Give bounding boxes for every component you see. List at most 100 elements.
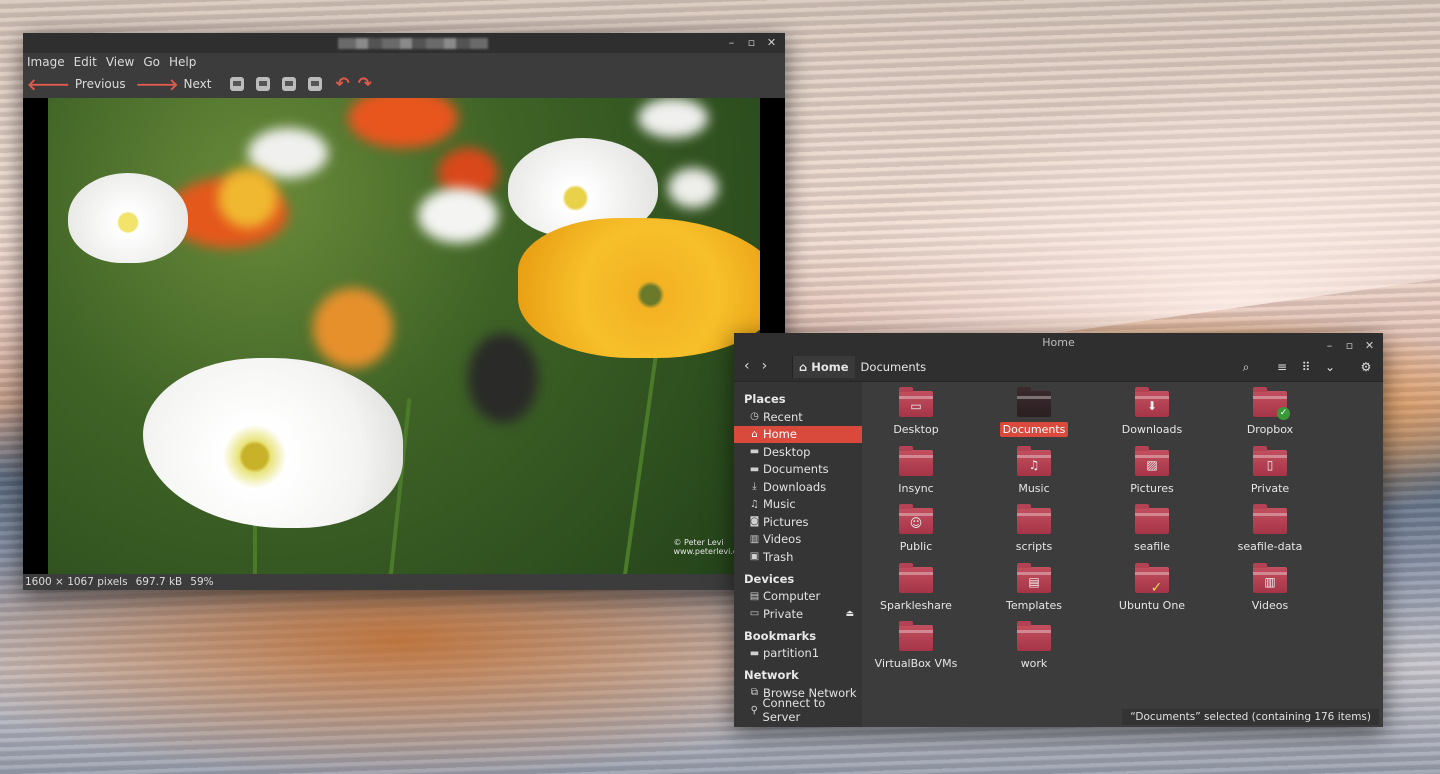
folder-label: Sparkleshare	[880, 598, 952, 612]
zoom-fit-icon[interactable]	[307, 77, 322, 91]
displayed-photo[interactable]: © Peter Levi www.peterlevi.com	[48, 98, 760, 574]
eject-icon[interactable]: ⏏	[845, 609, 854, 619]
search-icon[interactable]: ⌕	[1235, 356, 1257, 378]
network-icon: ⧉	[750, 687, 759, 699]
minimize-icon[interactable]: –	[726, 36, 737, 49]
sidebar-item-label: Desktop	[763, 444, 811, 459]
menu-view[interactable]: View	[106, 55, 134, 69]
sidebar-item-desktop[interactable]: ▬ Desktop	[734, 443, 862, 461]
gear-icon[interactable]: ⚙	[1355, 356, 1377, 378]
close-icon[interactable]: ✕	[766, 36, 777, 49]
folder-item-pictures[interactable]: ▨ Pictures	[1102, 445, 1202, 496]
breadcrumb-home[interactable]: ⌂ Home	[793, 356, 855, 378]
folder-emblem-icon: ▯	[1266, 457, 1274, 472]
breadcrumb: ⌂ Home Documents	[792, 356, 932, 378]
viewer-toolbar: 🡐 Previous 🡒 Next ↶ ↷	[23, 70, 785, 98]
sidebar-item-music[interactable]: ♫ Music	[734, 496, 862, 514]
folder-label: Videos	[1251, 598, 1289, 612]
sidebar-item-pictures[interactable]: ◙ Pictures	[734, 513, 862, 531]
folder-item-sparkleshare[interactable]: Sparkleshare	[866, 562, 966, 613]
sidebar-heading-devices: Devices	[744, 571, 795, 586]
folder-item-scripts[interactable]: scripts	[984, 504, 1084, 554]
folder-label: Music	[1018, 481, 1050, 495]
sidebar-item-videos[interactable]: ▥ Videos	[734, 531, 862, 549]
folder-item-ubuntu-one[interactable]: ✓ Ubuntu One	[1102, 562, 1202, 613]
folder-icon: ▬	[749, 647, 760, 659]
sidebar-item-label: Trash	[763, 549, 794, 564]
sidebar-item-trash[interactable]: ▣ Trash	[734, 548, 862, 566]
maximize-icon[interactable]: ▫	[746, 36, 757, 49]
menu-edit[interactable]: Edit	[74, 55, 97, 69]
folder-emblem-icon: ▥	[1264, 574, 1276, 589]
folder-icon	[899, 621, 933, 651]
sidebar-item-computer[interactable]: ▤ Computer	[734, 588, 862, 606]
folder-icon: ▥	[1253, 562, 1287, 593]
files-headerbar: ‹ › ⌂ Home Documents ⌕ ≡ ⠿ ⌄ ⚙	[734, 352, 1383, 382]
sidebar-item-label: Home	[763, 427, 797, 442]
previous-label: Previous	[74, 77, 126, 91]
folder-label: Insync	[898, 481, 934, 495]
rotate-left-icon[interactable]: ↶	[336, 74, 350, 94]
arrow-right-icon: 🡒	[135, 75, 179, 94]
list-view-icon[interactable]: ≡	[1271, 356, 1293, 378]
drive-icon: ▭	[749, 608, 760, 620]
folder-icon	[1017, 387, 1051, 417]
download-icon: ⤓	[752, 481, 757, 493]
menu-help[interactable]: Help	[169, 55, 196, 69]
sidebar-item-private[interactable]: ▭ Private ⏏	[734, 605, 862, 623]
grid-view-icon[interactable]: ⠿	[1295, 356, 1317, 378]
forward-arrow-icon[interactable]: ›	[762, 358, 768, 374]
viewer-title-blurred	[338, 38, 488, 49]
folder-item-downloads[interactable]: ⬇ Downloads	[1102, 387, 1202, 437]
folder-icon: ▯	[1253, 445, 1287, 476]
image-zoom-level: 59%	[190, 576, 214, 588]
folder-item-templates[interactable]: ▤ Templates	[984, 562, 1084, 613]
sidebar-item-label: Private	[763, 606, 804, 621]
sidebar-item-documents[interactable]: ▬ Documents	[734, 461, 862, 479]
folder-icon	[1017, 621, 1051, 651]
folder-item-public[interactable]: ☺ Public	[866, 504, 966, 554]
folder-item-virtualbox-vms[interactable]: VirtualBox VMs	[866, 621, 966, 671]
folder-item-videos[interactable]: ▥ Videos	[1220, 562, 1320, 613]
folder-item-private[interactable]: ▯ Private	[1220, 445, 1320, 496]
folder-item-music[interactable]: ♫ Music	[984, 445, 1084, 496]
menu-go[interactable]: Go	[143, 55, 160, 69]
sidebar-item-recent[interactable]: ◷ Recent	[734, 408, 862, 426]
folder-icon: ✓	[1253, 387, 1290, 420]
folder-label: Downloads	[1121, 423, 1183, 436]
folder-item-desktop[interactable]: ▭ Desktop	[866, 387, 966, 437]
previous-button[interactable]: 🡐 Previous	[27, 74, 132, 94]
viewer-titlebar[interactable]: – ▫ ✕	[23, 33, 785, 53]
chevron-down-icon[interactable]: ⌄	[1319, 356, 1341, 378]
zoom-out-icon[interactable]	[255, 77, 270, 91]
breadcrumb-documents[interactable]: Documents	[855, 356, 933, 378]
sidebar-item-connect-to-server[interactable]: ⚲ Connect to Server	[734, 696, 862, 724]
sidebar-item-downloads[interactable]: ⤓ Downloads	[734, 478, 862, 496]
sidebar-item-partition1[interactable]: ▬ partition1	[734, 645, 862, 663]
folder-label: Private	[1250, 481, 1290, 495]
folder-item-seafile[interactable]: seafile	[1102, 504, 1202, 554]
film-icon: ▥	[749, 533, 760, 545]
sidebar-item-label: Recent	[763, 409, 803, 424]
folder-item-work[interactable]: work	[984, 621, 1084, 671]
menu-image[interactable]: Image	[27, 55, 65, 69]
sidebar-item-label: Music	[763, 497, 796, 512]
files-titlebar[interactable]: Home – ▫ ✕	[734, 333, 1383, 352]
folder-icon: ▨	[1135, 445, 1169, 476]
next-button[interactable]: 🡒 Next	[136, 74, 218, 94]
rotate-right-icon[interactable]: ↷	[358, 74, 372, 94]
folder-label: Documents	[999, 422, 1069, 437]
folder-item-documents[interactable]: Documents	[984, 387, 1084, 437]
zoom-in-icon[interactable]	[229, 77, 244, 91]
sidebar-item-label: partition1	[763, 646, 820, 661]
zoom-normal-icon[interactable]	[281, 77, 296, 91]
folder-item-seafile-data[interactable]: seafile-data	[1220, 504, 1320, 554]
sidebar-item-home[interactable]: ⌂ Home	[734, 425, 862, 443]
back-arrow-icon[interactable]: ‹	[744, 358, 750, 374]
folder-item-insync[interactable]: Insync	[866, 445, 966, 496]
folder-icon: ☺	[899, 504, 933, 534]
folder-item-dropbox[interactable]: ✓ Dropbox	[1220, 387, 1320, 437]
folder-label: Public	[899, 540, 933, 553]
folder-icon	[1135, 504, 1169, 534]
folder-emblem-icon: ▤	[1028, 574, 1040, 589]
